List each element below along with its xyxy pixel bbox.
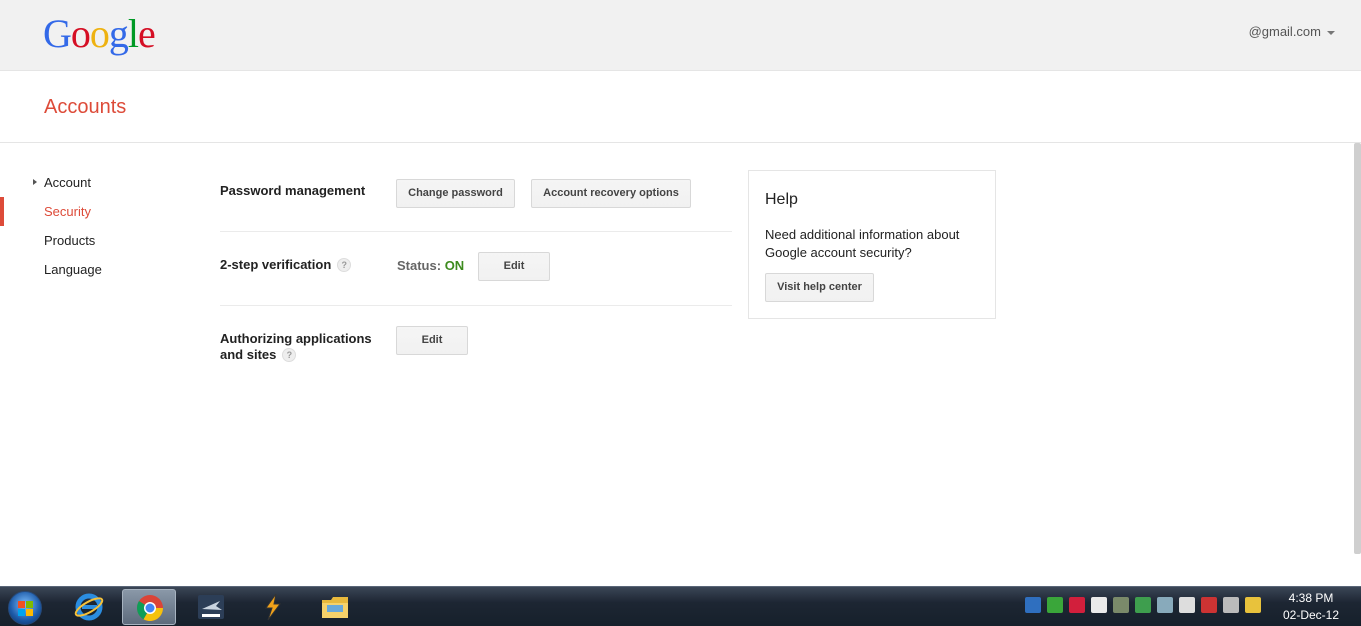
authorizing-applications-label: Authorizing applications and sites? bbox=[220, 331, 372, 363]
volume-muted-icon[interactable] bbox=[1201, 597, 1217, 613]
sidebar-item-label: Account bbox=[44, 175, 91, 190]
top-bar: Google @gmail.com bbox=[0, 0, 1361, 71]
taskbar-windows-explorer[interactable] bbox=[308, 589, 362, 625]
usb-icon[interactable] bbox=[1179, 597, 1195, 613]
authorizing-label-line1: Authorizing applications bbox=[220, 331, 372, 346]
account-email: @gmail.com bbox=[1248, 24, 1321, 39]
password-management-row: Password management Change password Acco… bbox=[220, 179, 732, 219]
status-prefix: Status: bbox=[397, 258, 442, 273]
divider bbox=[220, 231, 732, 232]
action-center-flag-icon[interactable] bbox=[1091, 597, 1107, 613]
sidebar: Account Security Products Language bbox=[0, 168, 200, 284]
expand-arrow-icon bbox=[33, 179, 37, 185]
two-step-verification-row: 2-step verification? Status: ON Edit bbox=[220, 252, 732, 292]
clock-time: 4:38 PM bbox=[1288, 591, 1334, 605]
logo-letter: o bbox=[89, 11, 110, 56]
page-title: Accounts bbox=[44, 96, 127, 118]
opera-icon[interactable] bbox=[1069, 597, 1085, 613]
divider bbox=[220, 305, 732, 306]
title-bar: Accounts bbox=[0, 71, 1361, 143]
display-icon[interactable] bbox=[1113, 597, 1129, 613]
bluetooth-icon[interactable] bbox=[1157, 597, 1173, 613]
edit-two-step-button[interactable]: Edit bbox=[478, 252, 550, 281]
change-password-button[interactable]: Change password bbox=[396, 179, 515, 208]
security-check-icon[interactable] bbox=[1047, 597, 1063, 613]
logo-letter: g bbox=[108, 11, 129, 56]
sidebar-item-products[interactable]: Products bbox=[0, 226, 200, 255]
scrollbar[interactable] bbox=[1354, 143, 1361, 554]
two-step-verification-label: 2-step verification? bbox=[220, 257, 352, 273]
visit-help-center-button[interactable]: Visit help center bbox=[765, 273, 874, 302]
start-button[interactable] bbox=[8, 591, 42, 625]
sidebar-item-label: Products bbox=[44, 233, 96, 248]
help-question-icon[interactable]: ? bbox=[337, 258, 352, 272]
account-recovery-options-button[interactable]: Account recovery options bbox=[531, 179, 691, 208]
authorizing-label-line2: and sites bbox=[220, 347, 277, 362]
internet-explorer-icon bbox=[74, 593, 104, 621]
network-icon[interactable] bbox=[1025, 597, 1041, 613]
bms-app-icon bbox=[198, 595, 224, 619]
taskbar-internet-explorer[interactable] bbox=[62, 589, 116, 625]
taskbar-winamp[interactable] bbox=[246, 589, 300, 625]
account-menu[interactable]: @gmail.com bbox=[1249, 24, 1335, 39]
edit-authorizing-button[interactable]: Edit bbox=[396, 326, 468, 355]
help-title: Help bbox=[765, 191, 798, 208]
folder-icon bbox=[322, 597, 348, 618]
chrome-icon bbox=[136, 595, 164, 622]
system-tray bbox=[1025, 597, 1261, 613]
logo-letter: e bbox=[138, 11, 156, 56]
logo-letter: l bbox=[127, 11, 139, 56]
help-question-icon[interactable]: ? bbox=[282, 348, 297, 362]
taskbar-bms[interactable] bbox=[184, 589, 238, 625]
sidebar-item-account[interactable]: Account bbox=[0, 168, 200, 197]
taskbar: 4:38 PM 02-Dec-12 bbox=[0, 586, 1361, 626]
authorizing-applications-row: Authorizing applications and sites? Edit bbox=[220, 326, 732, 366]
windows-logo-icon bbox=[18, 601, 34, 617]
logo-letter: o bbox=[70, 11, 91, 56]
chevron-down-icon bbox=[1327, 30, 1335, 35]
taskbar-chrome[interactable] bbox=[122, 589, 176, 625]
monitor-icon[interactable] bbox=[1223, 597, 1239, 613]
logo-letter: G bbox=[43, 11, 72, 56]
authorizing-label-line2-wrap: and sites? bbox=[220, 347, 372, 363]
google-logo[interactable]: Google bbox=[43, 10, 156, 58]
winamp-icon bbox=[265, 593, 281, 621]
help-card: Help Need additional information about G… bbox=[748, 170, 996, 319]
sidebar-item-security[interactable]: Security bbox=[0, 197, 200, 226]
sidebar-item-label: Language bbox=[44, 262, 102, 277]
two-step-label-text: 2-step verification bbox=[220, 257, 332, 272]
help-text: Need additional information about Google… bbox=[765, 227, 960, 260]
system-clock[interactable]: 4:38 PM 02-Dec-12 bbox=[1281, 590, 1341, 624]
clock-date: 02-Dec-12 bbox=[1282, 608, 1340, 622]
status-badge: ON bbox=[444, 258, 465, 273]
sidebar-item-language[interactable]: Language bbox=[0, 255, 200, 284]
app-tray-icon[interactable] bbox=[1245, 597, 1261, 613]
status-text: Status: ON bbox=[397, 258, 464, 274]
password-management-label: Password management bbox=[220, 183, 366, 198]
sidebar-item-label: Security bbox=[44, 204, 91, 219]
wifi-icon[interactable] bbox=[1135, 597, 1151, 613]
